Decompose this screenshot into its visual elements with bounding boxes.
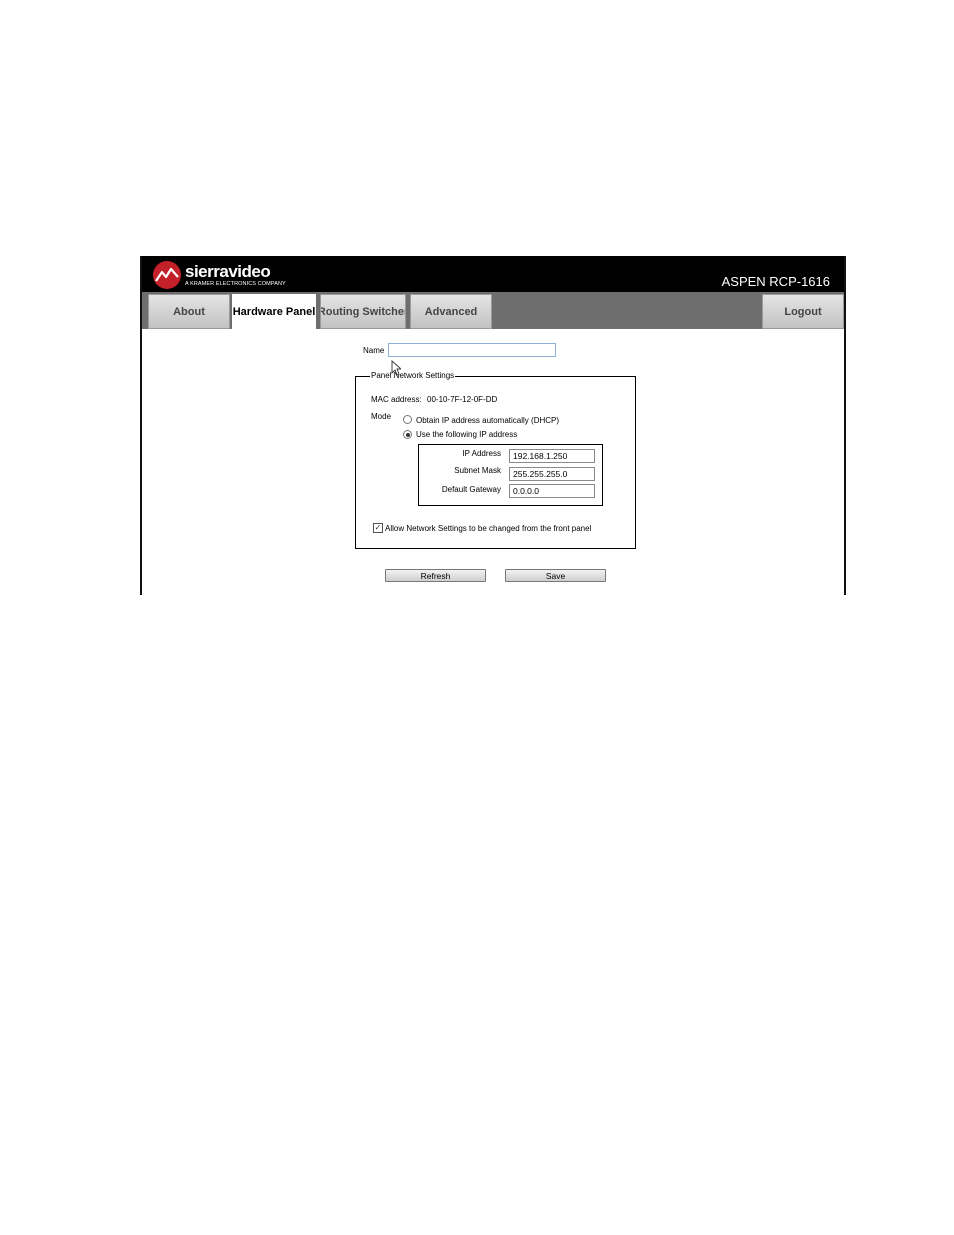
name-label: Name [363, 346, 385, 355]
product-name: ASPEN RCP-1616 [721, 274, 830, 289]
brand-name: sierravideo [185, 262, 271, 281]
mac-address-label: MAC address: [371, 395, 422, 404]
tab-bar: About Hardware Panel Routing Switcher Ad… [142, 292, 844, 330]
refresh-button[interactable]: Refresh [385, 569, 486, 582]
subnet-mask-input[interactable] [509, 467, 595, 481]
panel-network-settings: Panel Network Settings MAC address: 00-1… [355, 371, 636, 549]
dhcp-option-label: Obtain IP address automatically (DHCP) [416, 416, 560, 425]
tab-hardware-panel[interactable]: Hardware Panel [232, 294, 316, 330]
app-window: sierravideo A KRAMER ELECTRONICS COMPANY… [140, 256, 846, 595]
mac-address-value: 00-10-7F-12-0F-DD [427, 395, 498, 404]
mountain-logo-icon [153, 261, 181, 289]
allow-front-panel-checkbox[interactable]: ✓ [373, 523, 383, 533]
allow-front-panel-label: Allow Network Settings to be changed fro… [385, 524, 592, 533]
mouse-pointer-icon [391, 360, 401, 376]
subnet-mask-label: Subnet Mask [454, 466, 501, 475]
default-gateway-label: Default Gateway [441, 485, 501, 494]
logout-button[interactable]: Logout [762, 294, 844, 329]
dhcp-radio[interactable] [403, 415, 412, 424]
brand-tagline: A KRAMER ELECTRONICS COMPANY [185, 281, 286, 287]
hardware-panel-form: Name Panel Network Settings MAC address:… [142, 329, 844, 595]
static-ip-group: IP Address Subnet Mask Default Gateway [418, 444, 603, 506]
save-button[interactable]: Save [505, 569, 606, 582]
name-input[interactable] [388, 343, 556, 357]
tab-about[interactable]: About [148, 294, 230, 329]
ip-address-label: IP Address [462, 449, 501, 458]
mode-label: Mode [371, 412, 392, 421]
static-ip-radio[interactable] [403, 430, 412, 439]
tab-advanced[interactable]: Advanced [410, 294, 492, 329]
panel-network-settings-legend: Panel Network Settings [370, 371, 456, 380]
static-ip-option-label: Use the following IP address [416, 430, 518, 439]
header-bar: sierravideo A KRAMER ELECTRONICS COMPANY… [142, 256, 844, 292]
default-gateway-input[interactable] [509, 484, 595, 498]
ip-address-input[interactable] [509, 449, 595, 463]
tab-routing-switcher[interactable]: Routing Switcher [320, 294, 406, 329]
